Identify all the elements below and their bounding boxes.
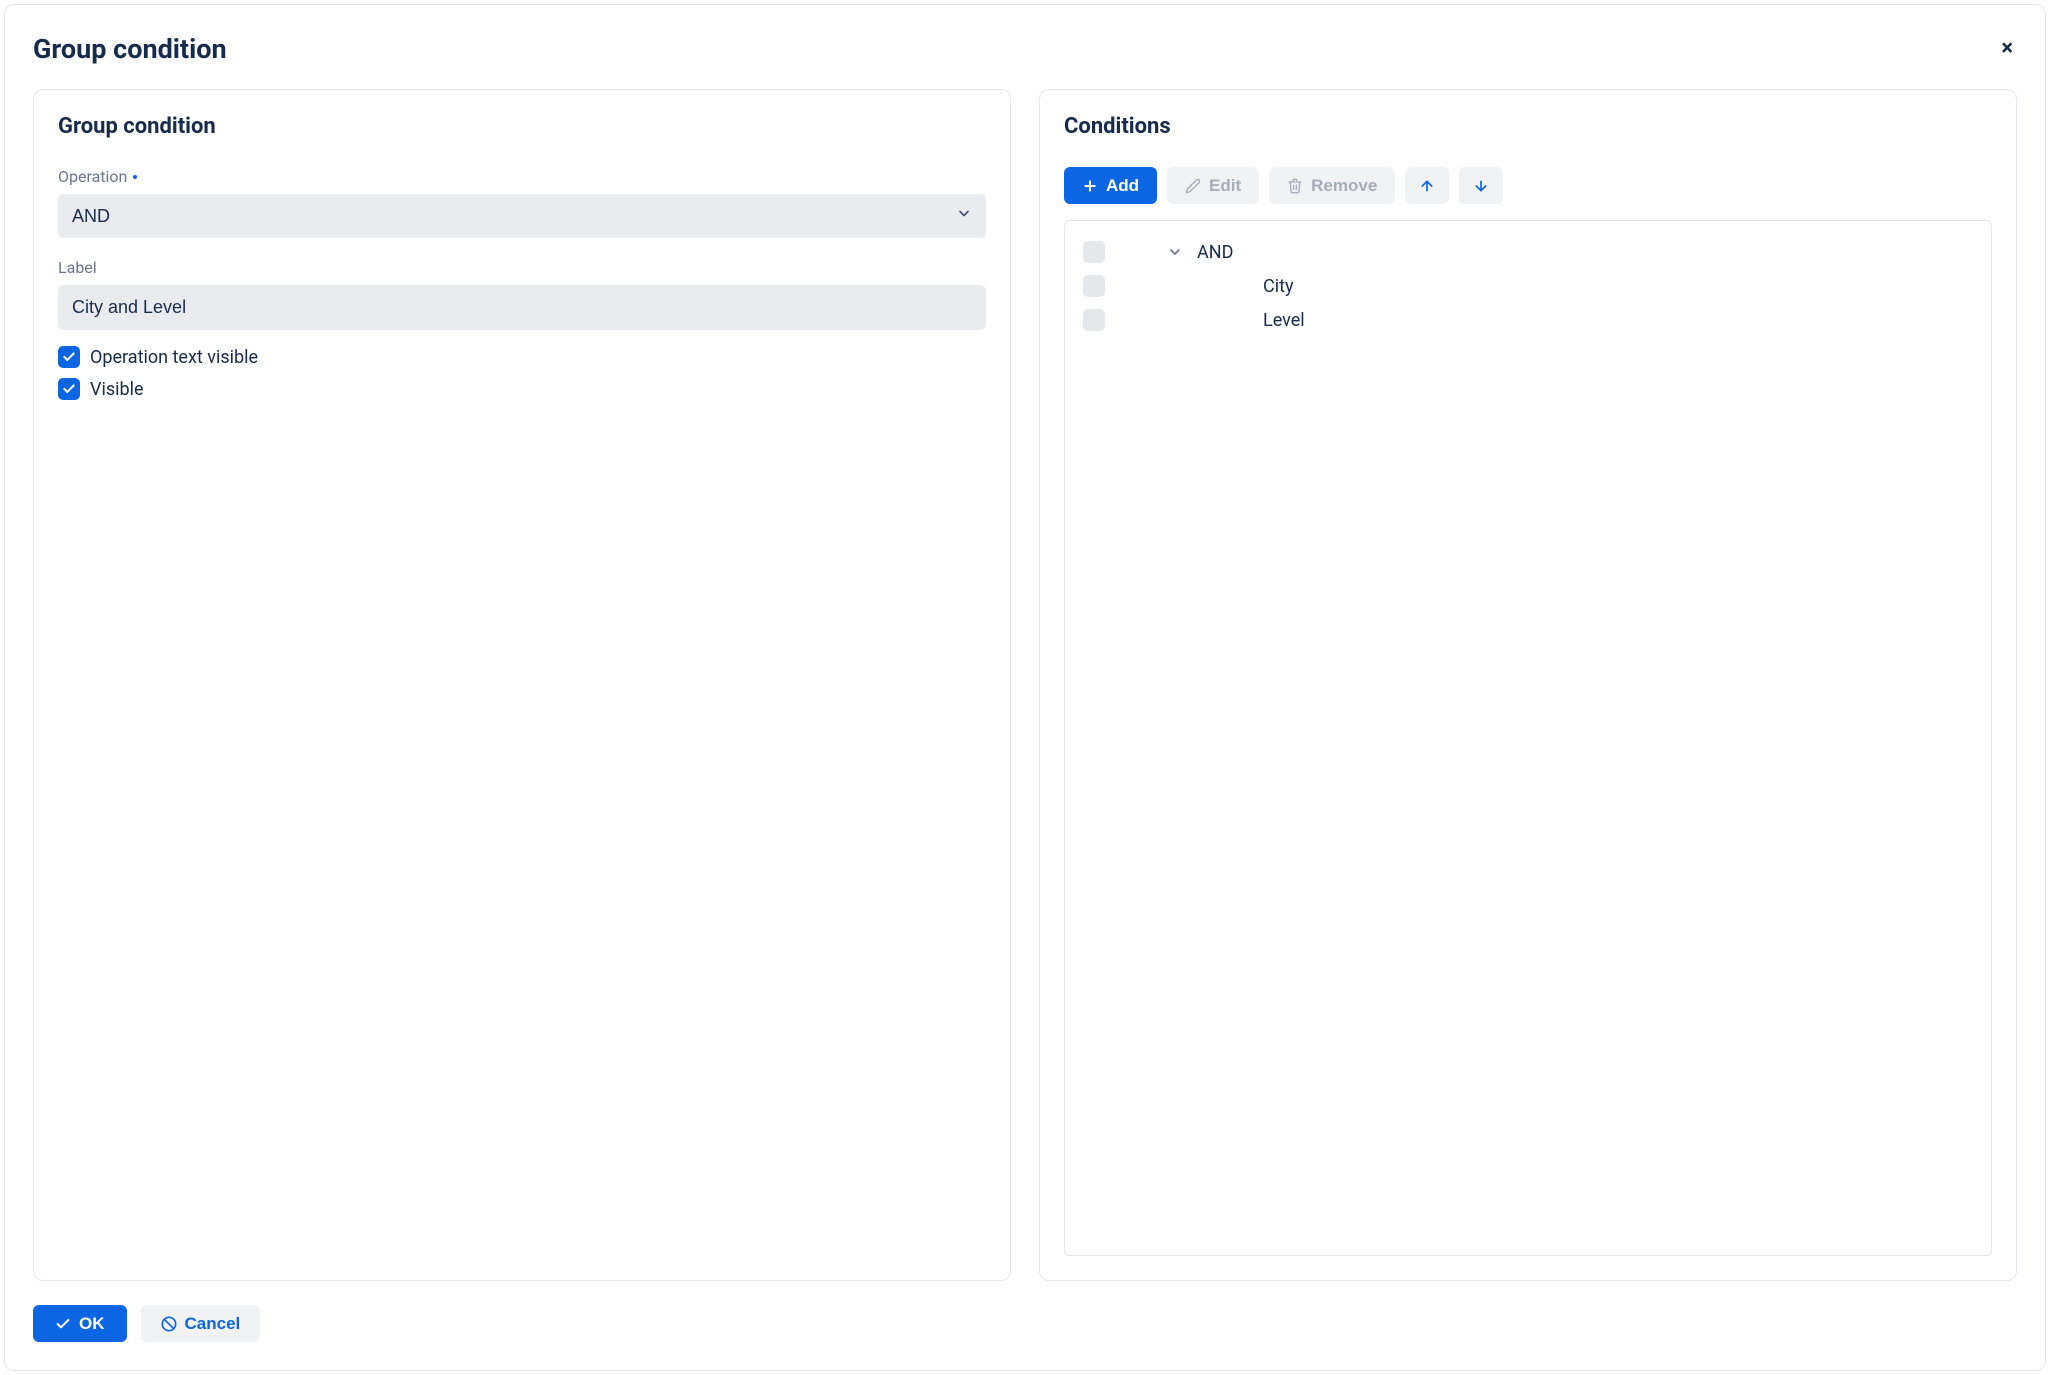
operation-text-visible-label: Operation text visible: [90, 347, 258, 368]
label-input[interactable]: [58, 285, 986, 330]
remove-button[interactable]: Remove: [1269, 167, 1395, 204]
panels-row: Group condition Operation AND Label Op: [33, 89, 2017, 1281]
edit-button-label: Edit: [1209, 177, 1241, 194]
tree-row-checkbox[interactable]: [1083, 241, 1105, 263]
tree-row-label: Level: [1263, 310, 1305, 331]
pencil-icon: [1185, 178, 1201, 194]
tree-row-child[interactable]: City: [1083, 269, 1973, 303]
move-down-button[interactable]: [1459, 167, 1503, 204]
operation-select-wrap: AND: [58, 194, 986, 238]
arrow-up-icon: [1419, 178, 1435, 194]
check-icon: [55, 1316, 71, 1332]
remove-button-label: Remove: [1311, 177, 1377, 194]
edit-button[interactable]: Edit: [1167, 167, 1259, 204]
dialog-header: Group condition ×: [33, 33, 2017, 65]
move-up-button[interactable]: [1405, 167, 1449, 204]
tree-row-checkbox[interactable]: [1083, 309, 1105, 331]
plus-icon: [1082, 178, 1098, 194]
cancel-icon: [161, 1316, 177, 1332]
group-condition-dialog: Group condition × Group condition Operat…: [4, 4, 2046, 1371]
tree-row-label: AND: [1197, 242, 1233, 263]
chevron-down-icon: [1167, 244, 1183, 260]
check-icon: [62, 350, 76, 364]
conditions-tree: AND City Level: [1064, 220, 1992, 1256]
required-dot-icon: [133, 175, 137, 179]
close-button[interactable]: ×: [1997, 34, 2017, 64]
dialog-title: Group condition: [33, 33, 227, 65]
operation-text-visible-checkbox-row[interactable]: Operation text visible: [58, 346, 986, 368]
ok-button-label: OK: [79, 1315, 105, 1332]
tree-row-child[interactable]: Level: [1083, 303, 1973, 337]
visible-label: Visible: [90, 379, 144, 400]
operation-field-label: Operation: [58, 167, 986, 186]
check-icon: [62, 382, 76, 396]
tree-row-checkbox[interactable]: [1083, 275, 1105, 297]
tree-row-root[interactable]: AND: [1083, 235, 1973, 269]
trash-icon: [1287, 178, 1303, 194]
dialog-footer: OK Cancel: [33, 1305, 2017, 1342]
group-condition-panel-title: Group condition: [58, 114, 986, 139]
group-condition-panel: Group condition Operation AND Label Op: [33, 89, 1011, 1281]
add-button[interactable]: Add: [1064, 167, 1157, 204]
cancel-button-label: Cancel: [185, 1315, 241, 1332]
add-button-label: Add: [1106, 177, 1139, 194]
label-field-label: Label: [58, 258, 986, 277]
cancel-button[interactable]: Cancel: [141, 1305, 261, 1342]
tree-row-label: City: [1263, 276, 1294, 297]
close-icon: ×: [2001, 36, 2013, 61]
operation-select[interactable]: AND: [58, 194, 986, 238]
visible-checkbox[interactable]: [58, 378, 80, 400]
conditions-panel: Conditions Add Edit Remove: [1039, 89, 2017, 1281]
conditions-toolbar: Add Edit Remove: [1064, 167, 1992, 204]
visible-checkbox-row[interactable]: Visible: [58, 378, 986, 400]
operation-text-visible-checkbox[interactable]: [58, 346, 80, 368]
ok-button[interactable]: OK: [33, 1305, 127, 1342]
tree-toggle[interactable]: [1167, 244, 1183, 260]
arrow-down-icon: [1473, 178, 1489, 194]
conditions-panel-title: Conditions: [1064, 114, 1992, 139]
